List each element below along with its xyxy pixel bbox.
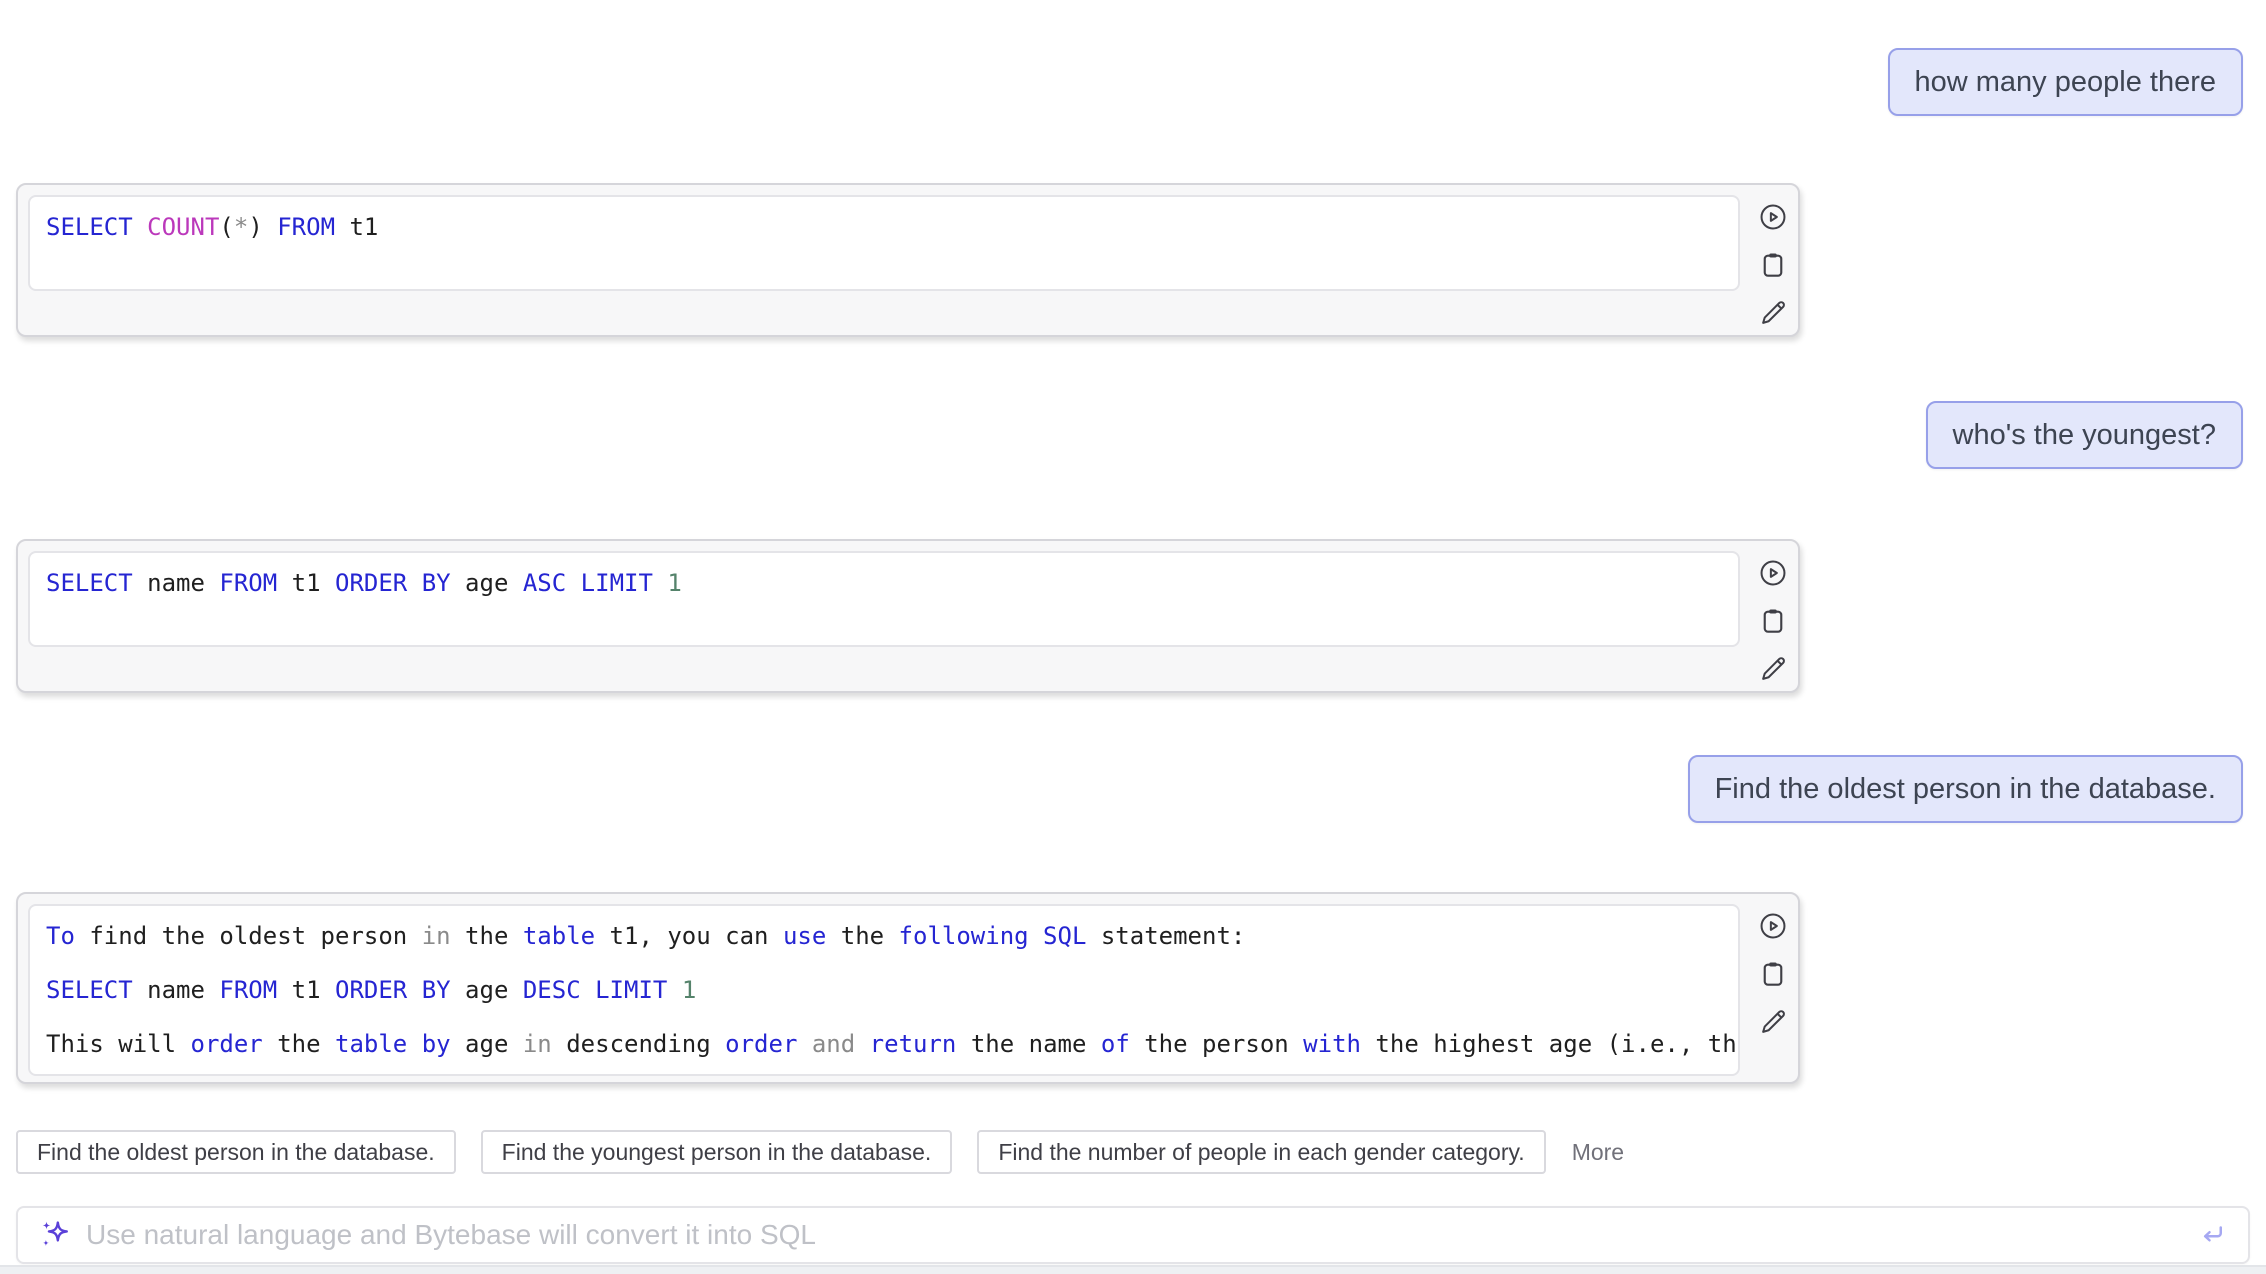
sql-code-line: SELECT COUNT(*) FROM t1	[46, 211, 1722, 243]
sql-action-stack	[1757, 201, 1789, 329]
nl2sql-input[interactable]	[86, 1219, 2196, 1251]
user-message-bubble: Find the oldest person in the database.	[1688, 755, 2243, 823]
suggestion-chip[interactable]: Find the youngest person in the database…	[481, 1130, 953, 1174]
play-circle-icon[interactable]	[1757, 201, 1789, 233]
sql-code-line: SELECT name FROM t1 ORDER BY age ASC LIM…	[46, 567, 1722, 599]
play-circle-icon[interactable]	[1757, 910, 1789, 942]
bottom-panel-edge	[0, 1265, 2266, 1274]
pencil-icon[interactable]	[1757, 1006, 1789, 1038]
sql-editor-surface[interactable]: SELECT COUNT(*) FROM t1	[28, 195, 1740, 291]
return-submit-icon[interactable]	[2196, 1219, 2228, 1251]
suggestion-row: Find the oldest person in the database. F…	[16, 1130, 2266, 1174]
user-message-bubble: who's the youngest?	[1926, 401, 2244, 469]
nl2sql-composer	[16, 1206, 2250, 1264]
sparkles-ai-icon	[38, 1218, 72, 1252]
pencil-icon[interactable]	[1757, 653, 1789, 685]
pencil-icon[interactable]	[1757, 297, 1789, 329]
sql-action-stack	[1757, 910, 1789, 1038]
assistant-sql-message: SELECT COUNT(*) FROM t1	[16, 183, 1800, 337]
sql-editor-surface[interactable]: To find the oldest person in the table t…	[28, 904, 1740, 1076]
sql-code-line: To find the oldest person in the table t…	[46, 920, 1722, 952]
sql-code-line: This will order the table by age in desc…	[46, 1028, 1722, 1060]
suggestion-chip[interactable]: Find the number of people in each gender…	[977, 1130, 1545, 1174]
clipboard-icon[interactable]	[1757, 958, 1789, 990]
suggestion-chip[interactable]: Find the oldest person in the database.	[16, 1130, 456, 1174]
chat-thread: how many people there SELECT COUNT(*) FRO…	[0, 0, 2266, 1084]
sql-action-stack	[1757, 557, 1789, 685]
clipboard-icon[interactable]	[1757, 605, 1789, 637]
assistant-sql-message: To find the oldest person in the table t…	[16, 892, 1800, 1084]
sql-code-line: SELECT name FROM t1 ORDER BY age DESC LI…	[46, 974, 1722, 1006]
play-circle-icon[interactable]	[1757, 557, 1789, 589]
more-suggestions-button[interactable]: More	[1572, 1139, 1624, 1166]
user-message-bubble: how many people there	[1888, 48, 2243, 116]
assistant-sql-message: SELECT name FROM t1 ORDER BY age ASC LIM…	[16, 539, 1800, 693]
clipboard-icon[interactable]	[1757, 249, 1789, 281]
ai-sql-chat-panel: how many people there SELECT COUNT(*) FRO…	[0, 0, 2266, 1274]
sql-editor-surface[interactable]: SELECT name FROM t1 ORDER BY age ASC LIM…	[28, 551, 1740, 647]
